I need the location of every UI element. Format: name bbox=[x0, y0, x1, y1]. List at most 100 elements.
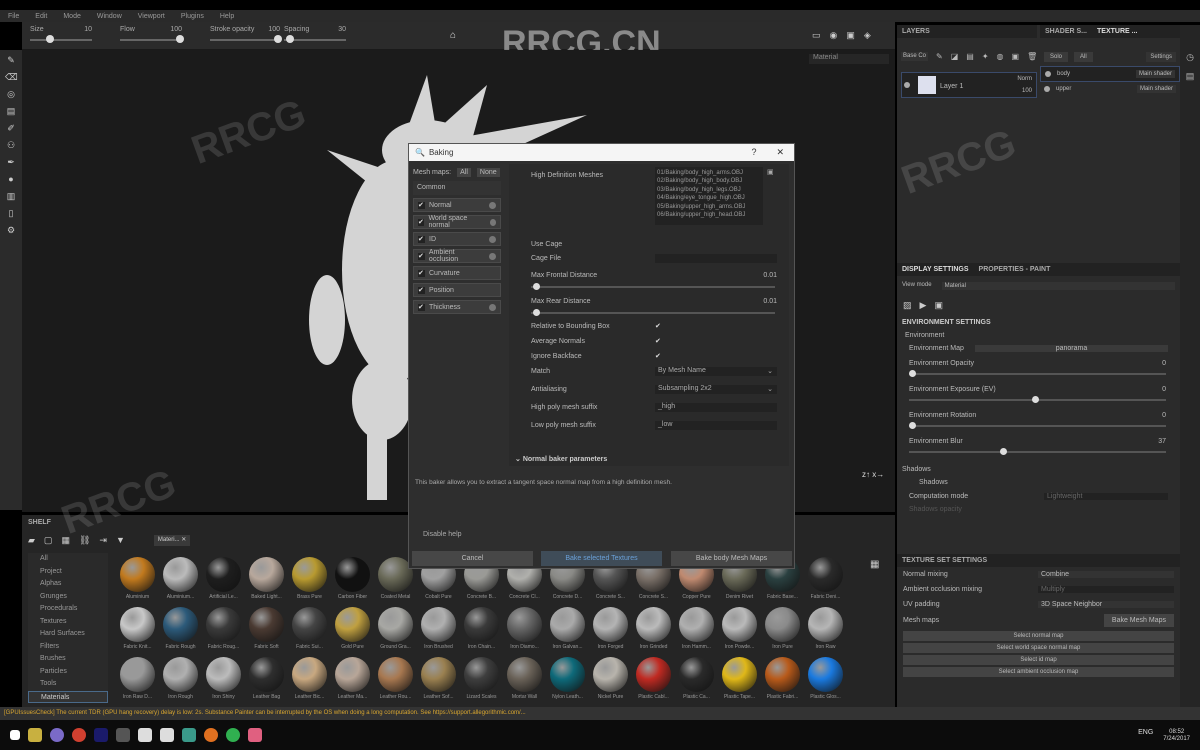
smudge-icon[interactable]: ✐ bbox=[5, 123, 17, 135]
material-item[interactable]: Leather Bag bbox=[245, 657, 288, 705]
low-suffix-input[interactable]: _low bbox=[655, 420, 777, 430]
material-item[interactable]: Iron Raw D... bbox=[116, 657, 159, 705]
normal-mixing-select[interactable]: Combine bbox=[1038, 571, 1174, 578]
mesh-list-item[interactable]: 03/Baking/body_high_legs.OBJ bbox=[657, 186, 761, 194]
environment-icon[interactable]: ▨ bbox=[903, 300, 912, 311]
windows-start-icon[interactable] bbox=[10, 730, 20, 740]
material-item[interactable]: Ground Gra... bbox=[374, 607, 417, 655]
mesh-map-slot[interactable]: Select id map bbox=[903, 655, 1174, 665]
folder-icon[interactable]: ▰ bbox=[28, 535, 35, 546]
shelf-category[interactable]: Hard Surfaces bbox=[28, 628, 108, 641]
material-item[interactable]: Iron Pure bbox=[761, 607, 804, 655]
material-item[interactable]: Iron Powde... bbox=[718, 607, 761, 655]
layer-opacity[interactable]: 100 bbox=[1022, 88, 1032, 94]
computation-select[interactable]: Lightweight bbox=[1044, 493, 1168, 500]
menu-help[interactable]: Help bbox=[220, 13, 234, 20]
shader-select[interactable]: Main shader bbox=[1136, 85, 1176, 93]
texture-set-row[interactable]: body Main shader bbox=[1040, 66, 1180, 82]
layer-blend[interactable]: Norm bbox=[1017, 76, 1032, 82]
mesh-list-item[interactable]: 06/Baking/upper_high_head.OBJ bbox=[657, 211, 761, 219]
checkbox-icon[interactable]: ✔ bbox=[418, 252, 425, 260]
slider-track[interactable] bbox=[909, 396, 1166, 403]
photoshop-icon[interactable] bbox=[94, 728, 108, 742]
grid-view-icon[interactable]: ▦ bbox=[870, 559, 879, 570]
match-select[interactable]: By Mesh Name bbox=[655, 366, 777, 376]
settings-dropdown[interactable]: Settings bbox=[1146, 52, 1176, 62]
mesh-map-slot[interactable]: Select ambient occlusion map bbox=[903, 667, 1174, 677]
mesh-list-item[interactable]: 04/Baking/eye_tongue_high.OBJ bbox=[657, 194, 761, 202]
checkbox-icon[interactable]: ✔ bbox=[418, 218, 425, 226]
camera-settings-icon[interactable]: ▶ bbox=[920, 300, 927, 311]
settings-icon[interactable]: ⚙ bbox=[5, 225, 17, 237]
mesh-list-item[interactable]: 01/Baking/body_high_arms.OBJ bbox=[657, 169, 761, 177]
app3-icon[interactable] bbox=[160, 728, 174, 742]
checkbox-icon[interactable]: ✔ bbox=[418, 286, 425, 294]
folder-layer-icon[interactable]: ◍ bbox=[997, 52, 1004, 61]
baker-item[interactable]: ✔ Position bbox=[413, 283, 501, 297]
blend-mode-select[interactable]: Base Co bbox=[901, 52, 929, 61]
material-item[interactable]: Plastic Cabl... bbox=[632, 657, 675, 705]
render-icon[interactable]: ◉ bbox=[830, 30, 838, 41]
view-icon[interactable]: ◈ bbox=[864, 30, 871, 41]
material-item[interactable]: Plastic Glos... bbox=[804, 657, 847, 705]
bake-icon[interactable]: ● bbox=[5, 174, 17, 186]
material-item[interactable]: Iron Shiny bbox=[202, 657, 245, 705]
material-item[interactable]: Fabric Deni... bbox=[804, 557, 847, 605]
mesh-list-item[interactable]: 05/Baking/upper_high_arms.OBJ bbox=[657, 203, 761, 211]
gear-icon[interactable] bbox=[489, 218, 496, 226]
slider-knob[interactable] bbox=[909, 370, 916, 377]
view-mode-select[interactable]: Material bbox=[941, 282, 1175, 290]
select-all-button[interactable]: All bbox=[457, 167, 471, 177]
gear-icon[interactable] bbox=[489, 252, 496, 260]
firefox-icon[interactable] bbox=[204, 728, 218, 742]
shelf-category[interactable]: Procedurals bbox=[28, 603, 108, 616]
normal-params-header[interactable]: ⌄ Normal baker parameters bbox=[515, 454, 777, 464]
shelf-category[interactable]: Tools bbox=[28, 678, 108, 691]
tab-properties-paint[interactable]: PROPERTIES - PAINT bbox=[979, 266, 1051, 273]
flow-slider[interactable]: Flow 100 bbox=[120, 26, 184, 43]
material-item[interactable]: Fabric Knit... bbox=[116, 607, 159, 655]
tab-shader-settings[interactable]: SHADER S... bbox=[1045, 28, 1087, 35]
material-item[interactable]: Iron Hamm... bbox=[675, 607, 718, 655]
shelf-category[interactable]: All bbox=[28, 553, 108, 566]
link-icon[interactable]: ⛓ bbox=[79, 535, 90, 546]
texture-set-row[interactable]: upper Main shader bbox=[1040, 82, 1180, 96]
material-item[interactable]: Artificial Le... bbox=[202, 557, 245, 605]
slider-track[interactable] bbox=[909, 370, 1166, 377]
shelf-category[interactable]: Alphas bbox=[28, 578, 108, 591]
checkbox-icon[interactable]: ✔ bbox=[418, 269, 425, 277]
material-item[interactable]: Carbon Fiber bbox=[331, 557, 374, 605]
mesh-map-slot[interactable]: Select world space normal map bbox=[903, 643, 1174, 653]
camera-icon[interactable]: ▭ bbox=[812, 30, 821, 41]
cancel-button[interactable]: Cancel bbox=[412, 551, 533, 566]
all-button[interactable]: All bbox=[1074, 52, 1093, 62]
language-indicator[interactable]: ENG bbox=[1138, 729, 1153, 743]
env-slider[interactable]: Environment Opacity 0 bbox=[909, 356, 1166, 382]
checkbox-icon[interactable]: ✔ bbox=[418, 303, 425, 311]
app2-icon[interactable] bbox=[138, 728, 152, 742]
shelf-category[interactable]: Brushes bbox=[28, 653, 108, 666]
filter-chip[interactable]: Materi... ✕ bbox=[153, 535, 191, 546]
max-frontal-slider[interactable] bbox=[531, 283, 775, 290]
env-slider[interactable]: Environment Blur 37 bbox=[909, 434, 1166, 460]
menu-window[interactable]: Window bbox=[97, 13, 122, 20]
file-explorer-icon[interactable] bbox=[28, 728, 42, 742]
log-icon[interactable]: ▤ bbox=[1180, 71, 1200, 82]
app-icon[interactable] bbox=[116, 728, 130, 742]
stroke-opacity-slider[interactable]: Stroke opacity 100 bbox=[210, 26, 282, 43]
material-item[interactable]: Nickel Pure bbox=[589, 657, 632, 705]
history-icon[interactable]: ◷ bbox=[1180, 52, 1200, 63]
visibility-icon[interactable] bbox=[1044, 86, 1050, 92]
material-item[interactable]: Gold Pure bbox=[331, 607, 374, 655]
select-none-button[interactable]: None bbox=[476, 167, 500, 177]
slider-knob[interactable] bbox=[909, 422, 916, 429]
shelf-category[interactable]: Particles bbox=[28, 666, 108, 679]
material-item[interactable]: Iron Galvan... bbox=[546, 607, 589, 655]
material-item[interactable]: Plastic Tape... bbox=[718, 657, 761, 705]
doc-icon[interactable]: ▯ bbox=[5, 208, 17, 220]
menu-file[interactable]: File bbox=[8, 13, 19, 20]
eraser-icon[interactable]: ⌫ bbox=[5, 72, 18, 84]
paint-brush-icon[interactable]: ✎ bbox=[5, 55, 17, 67]
material-item[interactable]: Fabric Roug... bbox=[202, 607, 245, 655]
material-item[interactable]: Iron Rough bbox=[159, 657, 202, 705]
